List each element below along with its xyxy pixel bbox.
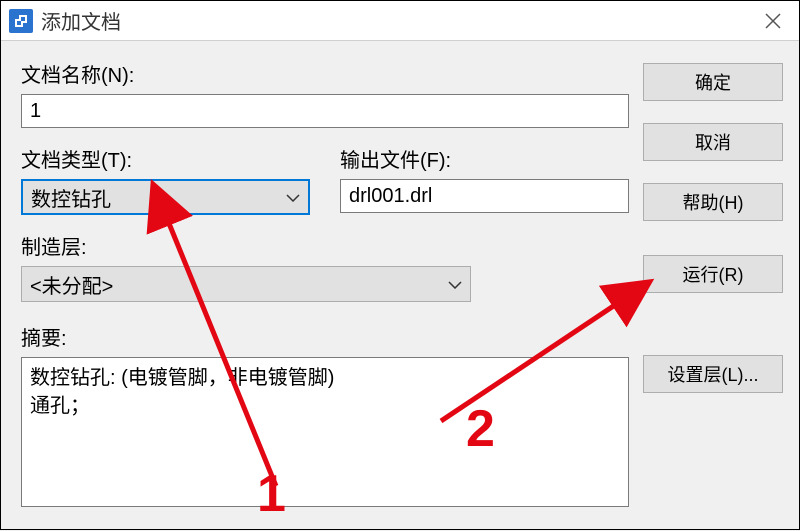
titlebar: 添加文档 <box>1 1 799 41</box>
doc-name-label: 文档名称(N): <box>21 59 629 88</box>
chevron-down-icon <box>286 189 300 205</box>
chevron-down-icon <box>448 276 462 292</box>
doc-name-input[interactable] <box>21 94 629 128</box>
window-title: 添加文档 <box>41 6 755 35</box>
output-file-input[interactable] <box>340 179 629 213</box>
help-button[interactable]: 帮助(H) <box>643 183 783 221</box>
doc-type-value: 数控钻孔 <box>31 183 286 212</box>
summary-textarea[interactable] <box>21 357 629 507</box>
doc-type-label: 文档类型(T): <box>21 144 310 173</box>
doc-type-select[interactable]: 数控钻孔 <box>21 179 310 215</box>
close-button[interactable] <box>755 3 791 39</box>
mfg-layer-value: <未分配> <box>30 270 448 299</box>
mfg-layer-select[interactable]: <未分配> <box>21 266 471 302</box>
cancel-button[interactable]: 取消 <box>643 123 783 161</box>
set-layer-button[interactable]: 设置层(L)... <box>643 355 783 393</box>
mfg-layer-label: 制造层: <box>21 231 629 260</box>
run-button[interactable]: 运行(R) <box>643 255 783 293</box>
ok-button[interactable]: 确定 <box>643 63 783 101</box>
summary-label: 摘要: <box>21 322 629 351</box>
app-icon <box>9 9 33 33</box>
output-file-label: 输出文件(F): <box>340 144 629 173</box>
